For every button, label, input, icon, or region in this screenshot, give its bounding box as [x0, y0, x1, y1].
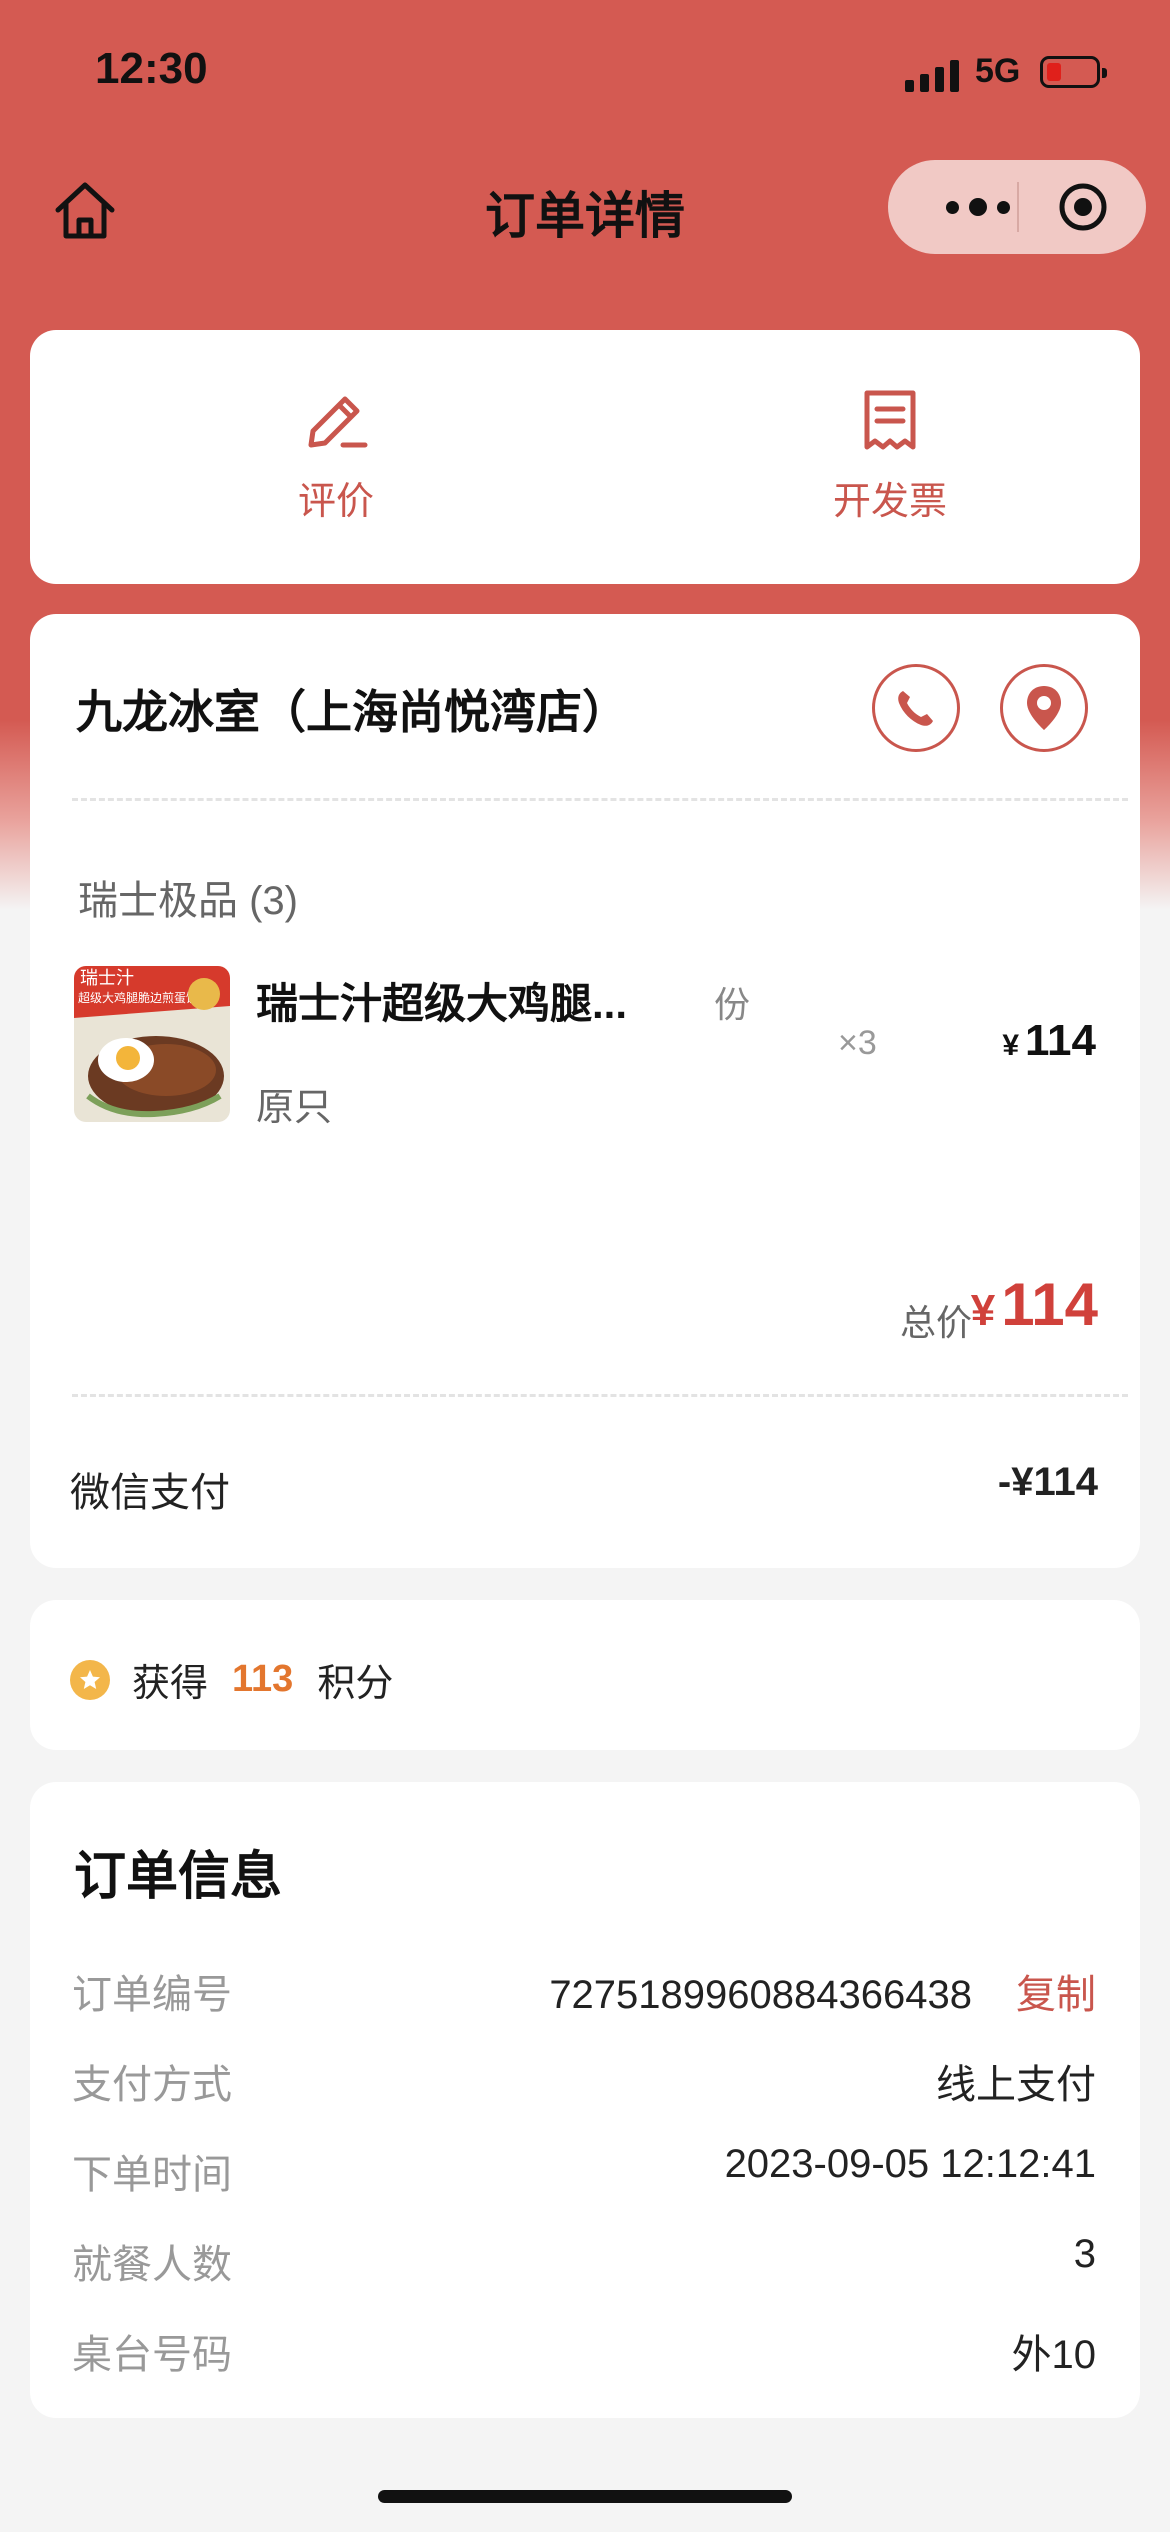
target-icon[interactable]	[1058, 182, 1108, 232]
more-dots-icon[interactable]	[928, 160, 1028, 254]
points-suffix: 积分	[317, 1663, 394, 1705]
diners-value: 3	[1073, 2232, 1096, 2276]
total-price: ¥114	[971, 1270, 1098, 1339]
total-price-value: 114	[1001, 1271, 1098, 1338]
item-currency: ¥	[1002, 1029, 1020, 1062]
invoice-label: 开发票	[832, 481, 947, 523]
status-time: 12:30	[95, 44, 208, 93]
category-label: 瑞士极品 (3)	[78, 879, 298, 923]
order-number-row: 7275189960884366438 复制	[549, 1962, 1096, 2020]
item-spec: 原只	[256, 1087, 333, 1129]
item-quantity: ×3	[838, 1024, 877, 1062]
home-indicator[interactable]	[378, 2490, 792, 2503]
order-card: 九龙冰室（上海尚悦湾店） 瑞士极品 (3) 瑞士汁 超级大鸡腿脆边煎蛋饭 瑞士汁…	[30, 614, 1140, 1568]
mini-program-capsule	[888, 160, 1146, 254]
order-number-label: 订单编号	[72, 1973, 232, 2017]
table-number-value: 外10	[1011, 2333, 1097, 2377]
network-type: 5G	[975, 52, 1021, 90]
action-card: 评价 开发票	[30, 330, 1140, 584]
total-currency: ¥	[970, 1286, 996, 1335]
order-time-label: 下单时间	[72, 2153, 232, 2197]
phone-icon	[898, 691, 933, 726]
pencil-icon	[308, 396, 368, 448]
item-price: ¥114	[1002, 1016, 1096, 1066]
signal-icon	[905, 60, 959, 92]
thumb-subtitle: 超级大鸡腿脆边煎蛋饭	[78, 990, 198, 1005]
payment-label: 微信支付	[70, 1471, 230, 1515]
call-button[interactable]	[872, 664, 960, 752]
star-icon	[70, 1659, 110, 1700]
diners-label: 就餐人数	[72, 2243, 232, 2287]
invoice-button[interactable]: 开发票	[740, 385, 1040, 525]
store-name[interactable]: 九龙冰室（上海尚悦湾店）	[76, 676, 628, 742]
review-button[interactable]: 评价	[186, 385, 486, 525]
capsule-divider	[1017, 182, 1019, 232]
order-number-value: 7275189960884366438	[549, 1973, 972, 2017]
payment-amount: -¥114	[997, 1460, 1098, 1504]
order-info-title: 订单信息	[74, 1848, 283, 1906]
divider	[72, 798, 1128, 801]
battery-low-icon	[1040, 56, 1107, 88]
points-prefix: 获得	[132, 1663, 209, 1705]
points-card: 获得 113 积分	[30, 1600, 1140, 1750]
table-number-label: 桌台号码	[72, 2333, 232, 2377]
item-thumbnail: 瑞士汁 超级大鸡腿脆边煎蛋饭	[74, 966, 230, 1122]
location-button[interactable]	[1000, 664, 1088, 752]
points-value: 113	[232, 1658, 294, 1700]
payment-method-value: 线上支付	[936, 2063, 1096, 2107]
order-info-card: 订单信息 订单编号 7275189960884366438 复制 支付方式 线上支…	[30, 1782, 1140, 2418]
item-price-value: 114	[1025, 1016, 1096, 1065]
receipt-icon	[864, 390, 916, 450]
copy-button[interactable]: 复制	[1016, 1973, 1096, 2017]
location-pin-icon	[1027, 686, 1061, 730]
divider	[72, 1394, 1128, 1397]
review-label: 评价	[297, 481, 374, 523]
item-name: 瑞士汁超级大鸡腿...	[256, 980, 628, 1027]
thumb-title: 瑞士汁	[80, 968, 134, 989]
item-unit: 份	[714, 984, 751, 1025]
total-label: 总价	[899, 1302, 972, 1343]
payment-method-label: 支付方式	[72, 2063, 232, 2107]
order-time-value: 2023-09-05 12:12:41	[724, 2142, 1096, 2186]
